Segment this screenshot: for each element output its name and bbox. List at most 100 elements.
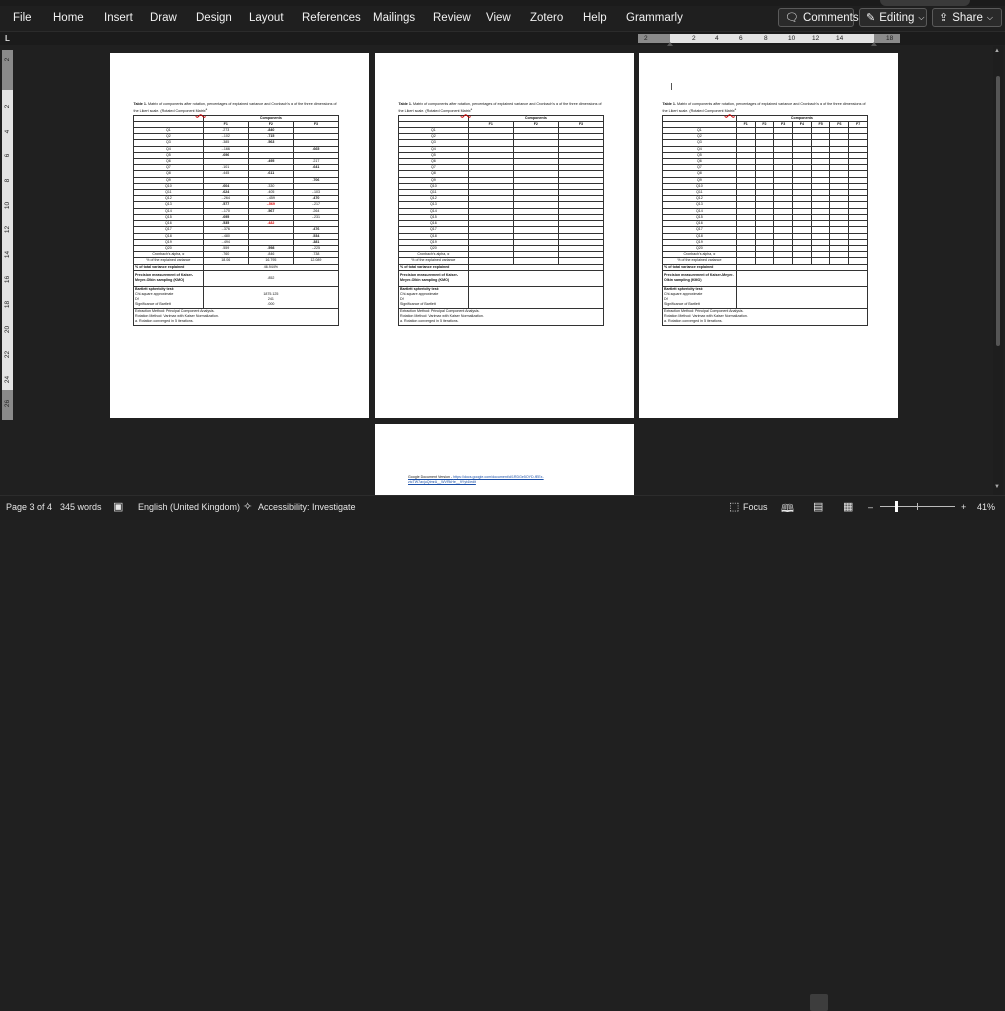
footer-url-line2[interactable]: ztcTW7avjuQtmrA__WVRkHe__9Yyt4/edit [408,480,476,484]
table-row: Bartlett sphericity test: Chi-square appr… [398,285,605,309]
kmo-value[interactable]: .852 [202,269,340,287]
ribbon-tabs: File Home Insert Draw Design Layout Refe… [0,6,1005,32]
bartlett-values[interactable]: 1875.125 241.000 [202,285,340,309]
caption-label: Table 1. [662,102,676,106]
tab-view[interactable]: View [486,12,511,24]
bartlett-label[interactable]: Bartlett sphericity test: Chi-square appr… [398,285,469,309]
ruler-number: 8 [764,35,768,42]
editing-button[interactable]: ✎ Editing ⌵ [859,8,927,27]
bartlett-line: Significance of Bartlett [135,302,171,307]
bartlett-label[interactable]: Bartlett sphericity test: Chi-square appr… [662,285,737,309]
accessibility-status[interactable]: Accessibility: Investigate [258,502,356,512]
right-indent-marker[interactable] [871,42,877,46]
table-notes-row: Extraction Method: Principal Component A… [398,307,604,326]
zoom-out-button[interactable]: – [868,502,873,512]
print-layout-icon[interactable]: ▤ [813,500,823,513]
scroll-up-icon[interactable]: ▲ [994,48,1000,54]
read-mode-icon[interactable]: 🕮︎ [781,500,794,519]
horizontal-ruler[interactable]: 2 2 4 6 8 10 12 14 18 [638,34,900,46]
comments-label: Comments [802,11,859,24]
scroll-down-icon[interactable]: ▼ [994,484,1000,490]
table-filled[interactable]: Table 1. Matrix of components after rota… [133,102,340,326]
ruler-number: 20 [4,325,11,334]
table-notes[interactable]: Extraction Method: Principal Component A… [398,307,604,326]
share-button[interactable]: ⇪ Share ⌵ [932,8,1002,27]
ruler-number: 6 [4,153,11,158]
ruler-number: 4 [715,35,719,42]
page-count[interactable]: Page 3 of 4 [6,502,52,512]
tab-zotero[interactable]: Zotero [530,12,563,24]
web-layout-icon[interactable]: ▦ [843,500,853,513]
footer-url[interactable]: https://docs.google.com/document/d/1RDGe… [453,475,543,479]
kmo-label[interactable]: Precision measurement of Kaiser-Meyer-Ol… [662,269,737,287]
bartlett-label[interactable]: Bartlett sphericity test: Chi-square appr… [133,285,204,309]
caption-label: Table 1. [133,102,147,106]
footer-link[interactable]: Google Document Version - https://docs.g… [408,475,598,485]
table-empty-3-columns[interactable]: Table 1. Matrix of components after rota… [398,102,605,326]
tab-grammarly[interactable]: Grammarly [626,12,683,24]
text-cursor [671,83,672,90]
table-caption: Table 1. Matrix of components after rota… [133,102,339,115]
tab-home[interactable]: Home [53,12,84,24]
zoom-level[interactable]: 41% [977,502,995,512]
bartlett-values[interactable] [735,285,869,309]
table-notes-row: Extraction Method: Principal Component A… [662,307,868,326]
tab-design[interactable]: Design [196,12,232,24]
zoom-slider-center-tick [917,503,918,510]
tab-draw[interactable]: Draw [150,12,177,24]
ruler-number: 8 [4,178,11,183]
ruler-number: 18 [4,300,11,309]
kmo-label[interactable]: Precision measurement of Kaiser-Meyer-Ol… [398,269,469,287]
language-status[interactable]: English (United Kingdom) [138,502,240,512]
tab-help[interactable]: Help [583,12,607,24]
bartlett-value: .000 [267,302,275,307]
share-icon: ⇪ [939,12,949,24]
proofing-icon[interactable]: ▣ [113,500,123,513]
ruler-number: 18 [886,35,894,42]
table-empty-7-columns[interactable]: Table 1. Matrix of components after rota… [662,102,869,326]
zoom-slider-thumb[interactable] [895,501,898,512]
table-row: Precision measurement of Kaiser-Meyer-Ol… [662,269,869,287]
print-layout-active-bg [810,994,828,1011]
table-notes-row: Extraction Method: Principal Component A… [133,307,339,326]
tab-layout[interactable]: Layout [249,12,284,24]
tab-insert[interactable]: Insert [104,12,133,24]
scrollbar-thumb[interactable] [996,76,1000,346]
kmo-label[interactable]: Precision measurement of Kaiser-Meyer-Ol… [133,269,204,287]
kmo-value[interactable] [467,269,605,287]
table-notes[interactable]: Extraction Method: Principal Component A… [662,307,868,326]
table-notes[interactable]: Extraction Method: Principal Component A… [133,307,339,326]
components-table: Components F1 F2 F3 Q1.273.840 Q2 -.102.715 Q3.… [133,114,340,326]
ruler-number: 14 [4,250,11,259]
vertical-scrollbar[interactable]: ▲ ▼ [993,46,1003,496]
ruler-number: 26 [4,399,11,408]
tab-selector[interactable]: L [5,34,14,43]
table-row: Precision measurement of Kaiser-Meyer-Ol… [398,269,605,287]
bartlett-line: Significance of Bartlett [400,302,436,307]
kmo-value[interactable] [735,269,869,287]
comment-icon: 🗨︎ [785,12,799,24]
zoom-in-button[interactable]: + [961,502,966,512]
vertical-ruler[interactable]: 2 2 4 6 8 10 12 14 16 18 20 22 24 26 [2,50,13,420]
footer-prefix: Google Document Version - [408,475,454,479]
table-caption: Table 1. Matrix of components after rota… [398,102,604,115]
indent-marker[interactable] [667,42,673,46]
ruler-number: 22 [4,350,11,359]
comments-button[interactable]: 🗨︎ Comments [778,8,859,27]
ruler-number: 4 [4,129,11,134]
ruler-number: 24 [4,375,11,384]
focus-label[interactable]: Focus [743,502,768,512]
tab-references[interactable]: References [302,12,361,24]
table-caption: Table 1. Matrix of components after rota… [662,102,868,115]
components-table: Components F1 F2 F3 Q1 Q2 Q3 Q4 Q5 Q6 Q7 Q8 Q9 Q10 Q11… [398,114,605,326]
ruler-number: 12 [4,225,11,234]
tab-mailings[interactable]: Mailings [373,12,415,24]
bartlett-values[interactable] [467,285,605,309]
word-count[interactable]: 345 words [60,502,102,512]
focus-icon[interactable]: ⬚ [729,500,739,513]
accessibility-icon[interactable]: ✧ [243,500,252,513]
tab-review[interactable]: Review [433,12,471,24]
ruler-number: 16 [4,275,11,284]
tab-file[interactable]: File [13,12,32,24]
table-row: Bartlett sphericity test: Chi-square appr… [662,285,869,309]
